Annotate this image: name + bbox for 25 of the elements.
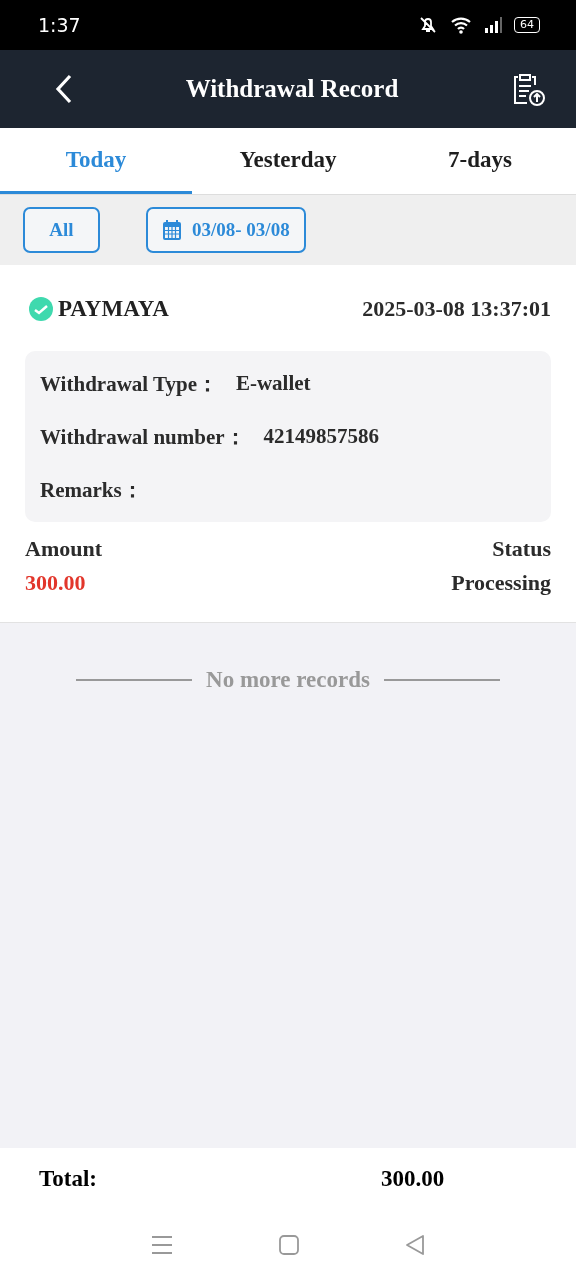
status-label: Status: [492, 536, 551, 562]
status-time: 1:37: [38, 14, 81, 36]
home-icon[interactable]: [279, 1235, 299, 1255]
end-of-list-note: No more records: [206, 667, 370, 693]
record-datetime: 2025-03-08 13:37:01: [362, 296, 551, 322]
detail-label: Withdrawal number：: [40, 423, 246, 451]
all-filter-button[interactable]: All: [23, 207, 100, 253]
detail-value: 42149857586: [263, 424, 380, 449]
total-label: Total:: [39, 1166, 98, 1192]
amount-label: Amount: [25, 536, 102, 562]
back-icon[interactable]: [54, 74, 74, 104]
provider-name: PAYMAYA: [58, 296, 169, 322]
provider-logo-icon: [28, 296, 54, 322]
date-range-button[interactable]: 03/08- 03/08: [146, 207, 306, 253]
calendar-icon: [162, 219, 182, 241]
amount-value: 300.00: [25, 570, 86, 596]
status-value: Processing: [451, 570, 551, 596]
detail-label: Withdrawal Type：: [40, 370, 218, 398]
total-amount: 300.00: [381, 1166, 445, 1192]
detail-value: E-wallet: [235, 371, 311, 396]
battery-icon: 64: [514, 17, 540, 33]
signal-icon: [484, 16, 504, 34]
menu-icon[interactable]: [151, 1235, 173, 1255]
detail-label: Remarks：: [40, 476, 143, 504]
page-title: Withdrawal Record: [185, 75, 399, 103]
